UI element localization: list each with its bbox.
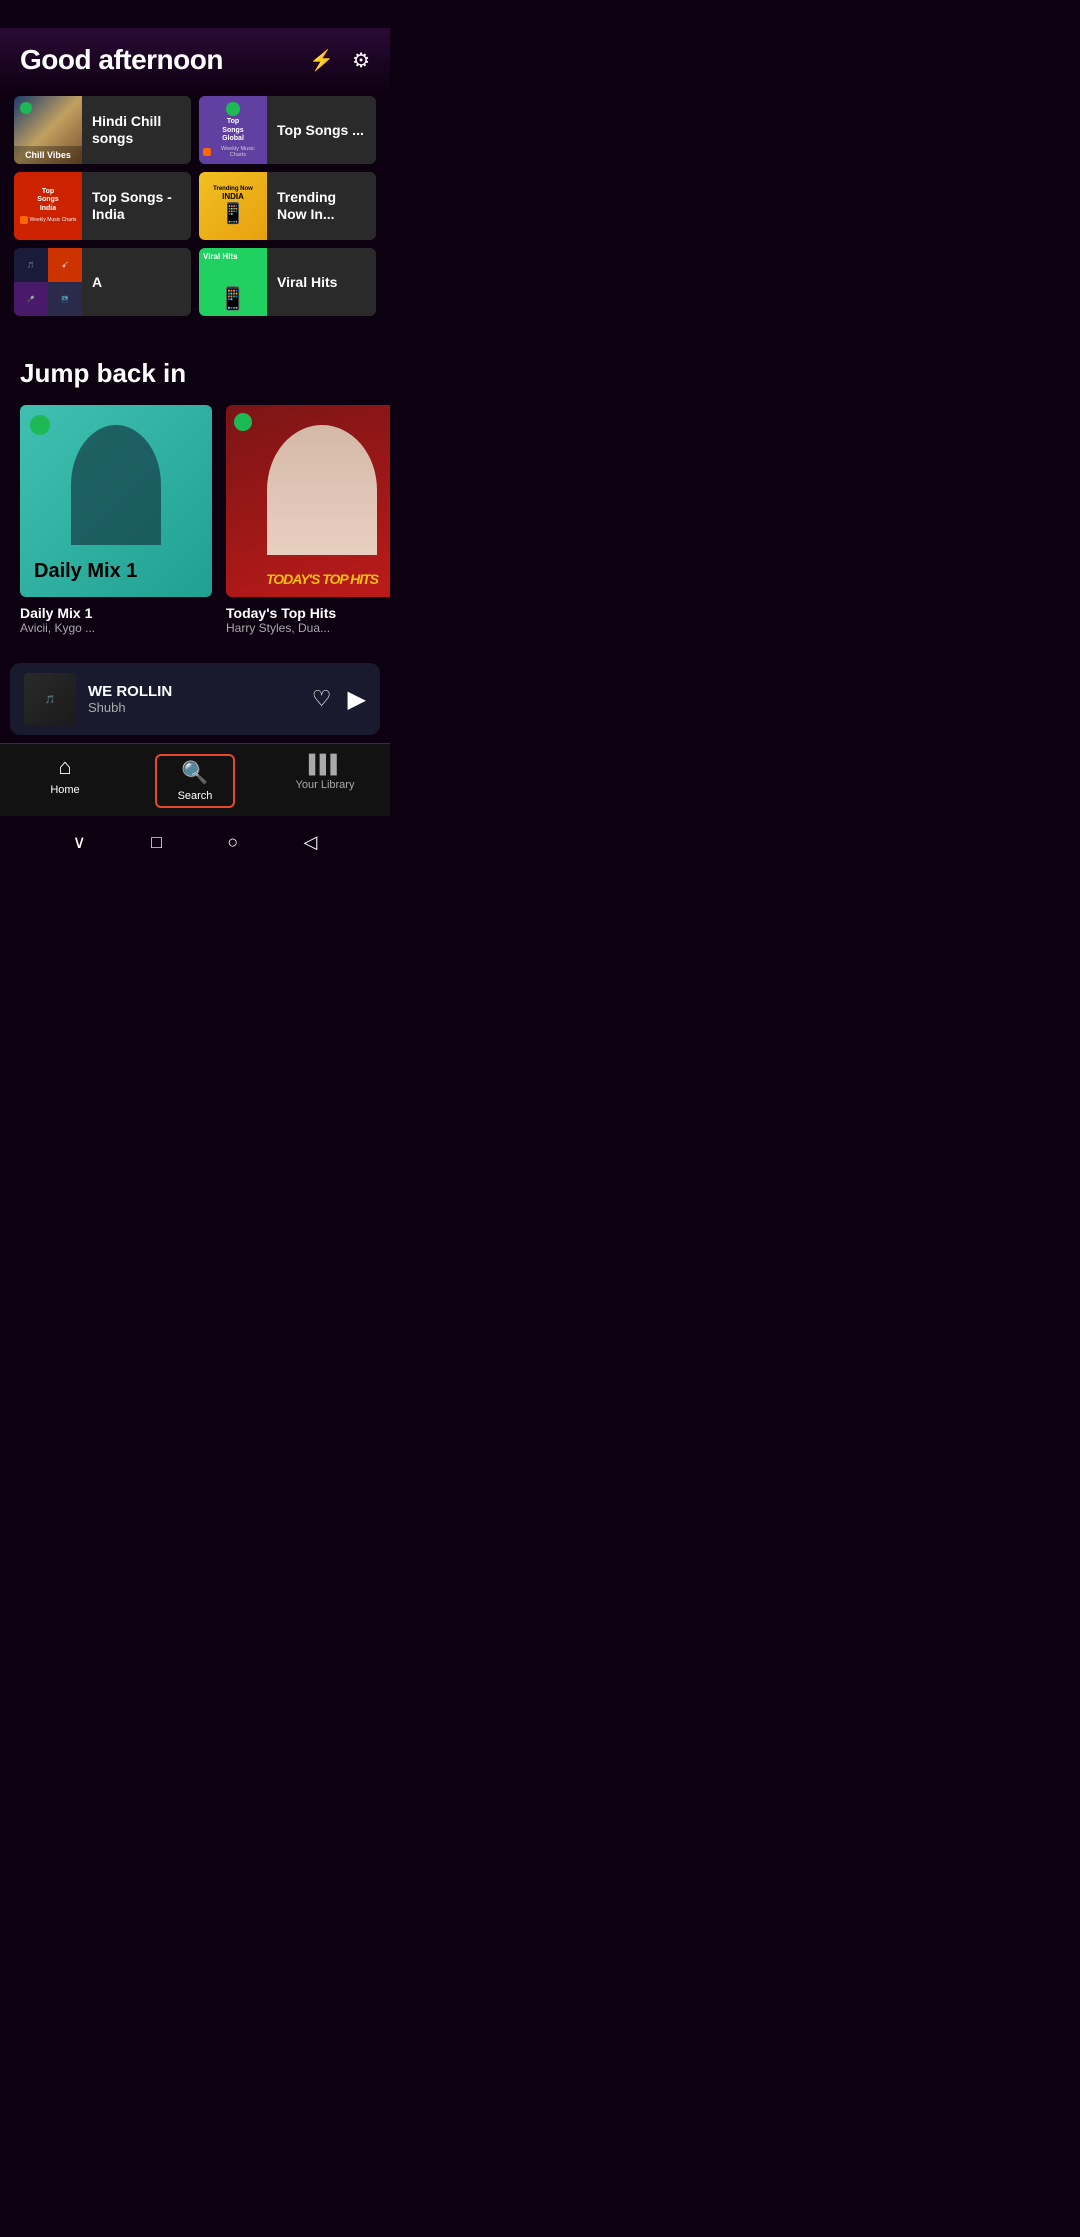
settings-icon[interactable]: ⚙	[352, 48, 370, 73]
now-playing-controls: ♡ ▶	[312, 685, 366, 714]
nav-down-icon[interactable]: ∨	[73, 832, 86, 853]
now-playing-bar[interactable]: 🎵 WE ROLLIN Shubh ♡ ▶	[10, 663, 380, 735]
grid-card-label-trending-india: Trending Now In...	[267, 189, 376, 223]
mix-card-subtitle-top-hits: Harry Styles, Dua...	[226, 621, 390, 635]
nav-home[interactable]: ⌂ Home	[25, 754, 105, 808]
lightning-icon[interactable]: ⚡	[309, 48, 334, 73]
jump-back-section: Jump back in Daily Mix 1 Daily Mix 1 Avi…	[0, 334, 390, 655]
grid-row-3: 🎵 🎸 🎤 🌃 A Viral Hits	[14, 248, 376, 316]
grid-card-top-songs-global[interactable]: Top Songs Global Weekly Music Charts Top…	[199, 96, 376, 164]
top-songs-global-text-1: Top	[227, 118, 239, 125]
mix-card-title-daily: Daily Mix 1	[20, 605, 212, 621]
heart-icon[interactable]: ♡	[312, 686, 332, 712]
mixed-q1: 🎵	[14, 248, 48, 282]
mix-card-img-top-hits: TODAY'S TOP HITS	[226, 405, 390, 597]
quick-access-grid: Chill Vibes Hindi Chill songs Top Songs …	[0, 96, 390, 334]
nav-home-label: Home	[50, 784, 79, 796]
nav-circle-icon[interactable]: ○	[227, 832, 238, 853]
nav-library[interactable]: ▌▌▌ Your Library	[285, 754, 365, 808]
top-songs-india-text-2: Songs	[37, 196, 58, 203]
mix-card-top-hits[interactable]: TODAY'S TOP HITS Today's Top Hits Harry …	[226, 405, 390, 635]
grid-card-label-mixed: A	[82, 274, 112, 291]
library-icon: ▌▌▌	[309, 754, 341, 775]
grid-card-img-mixed: 🎵 🎸 🎤 🌃	[14, 248, 82, 316]
now-playing-title: WE ROLLIN	[88, 683, 300, 700]
greeting-text: Good afternoon	[20, 44, 223, 76]
header-icons: ⚡ ⚙	[309, 48, 370, 73]
grid-card-img-viral-hits: Viral Hits 📱	[199, 248, 267, 316]
grid-card-img-hindi-chill: Chill Vibes	[14, 96, 82, 164]
tth-logo: TODAY'S TOP HITS	[234, 571, 390, 589]
jump-back-scroll[interactable]: Daily Mix 1 Daily Mix 1 Avicii, Kygo ...…	[0, 405, 390, 655]
status-bar	[0, 0, 390, 28]
mix-card-img-daily-mix: Daily Mix 1	[20, 405, 212, 597]
top-songs-india-text-1: Top	[42, 188, 54, 195]
top-songs-india-text-3: India	[40, 205, 56, 212]
viral-hits-top-label: Viral Hits	[203, 252, 238, 261]
grid-card-label-hindi-chill: Hindi Chill songs	[82, 113, 191, 147]
viral-phone-icon: 📱	[219, 286, 246, 312]
phone-icon: 📱	[221, 201, 246, 226]
grid-card-label-viral-hits: Viral Hits	[267, 274, 347, 291]
daily-mix-title: Daily Mix 1	[34, 560, 137, 583]
mixed-q2: 🎸	[48, 248, 82, 282]
grid-card-img-trending-india: Trending Now INDIA 📱	[199, 172, 267, 240]
spotify-badge-tth	[234, 413, 252, 431]
nav-search[interactable]: 🔍 Search	[155, 754, 235, 808]
now-playing-artist: Shubh	[88, 700, 300, 715]
grid-card-label-top-songs-global: Top Songs ...	[267, 122, 374, 139]
grid-card-mixed[interactable]: 🎵 🎸 🎤 🌃 A	[14, 248, 191, 316]
grid-card-img-top-songs-global: Top Songs Global Weekly Music Charts	[199, 96, 267, 164]
top-songs-global-chart: Weekly Music Charts	[213, 146, 263, 158]
nav-search-label: Search	[178, 790, 213, 802]
top-songs-india-chart: Weekly Music Charts	[30, 217, 77, 223]
grid-card-label-top-songs-india: Top Songs - India	[82, 189, 191, 223]
play-icon[interactable]: ▶	[348, 685, 366, 714]
system-nav-bar: ∨ □ ○ ◁	[0, 816, 390, 868]
grid-card-trending-india[interactable]: Trending Now INDIA 📱 Trending Now In...	[199, 172, 376, 240]
grid-row-2: Top Songs India Weekly Music Charts Top …	[14, 172, 376, 240]
nav-back-icon[interactable]: ◁	[303, 832, 317, 853]
jump-back-title: Jump back in	[0, 334, 390, 405]
chill-vibes-label: Chill Vibes	[14, 146, 82, 164]
grid-card-hindi-chill[interactable]: Chill Vibes Hindi Chill songs	[14, 96, 191, 164]
home-icon: ⌂	[58, 754, 71, 780]
mix-card-subtitle-daily: Avicii, Kygo ...	[20, 621, 212, 635]
nav-library-label: Your Library	[296, 779, 355, 791]
grid-row-1: Chill Vibes Hindi Chill songs Top Songs …	[14, 96, 376, 164]
top-songs-global-text-2: Songs	[222, 127, 243, 134]
nav-square-icon[interactable]: □	[151, 832, 162, 853]
mixed-q3: 🎤	[14, 282, 48, 316]
mixed-q4: 🌃	[48, 282, 82, 316]
mix-card-title-top-hits: Today's Top Hits	[226, 605, 390, 621]
mix-card-daily-mix[interactable]: Daily Mix 1 Daily Mix 1 Avicii, Kygo ...	[20, 405, 212, 635]
header: Good afternoon ⚡ ⚙	[0, 28, 390, 96]
trending-india-text: INDIA	[213, 192, 253, 201]
now-playing-thumbnail: 🎵	[24, 673, 76, 725]
grid-card-viral-hits[interactable]: Viral Hits 📱 Viral Hits	[199, 248, 376, 316]
top-songs-global-text-3: Global	[222, 135, 244, 142]
grid-card-top-songs-india[interactable]: Top Songs India Weekly Music Charts Top …	[14, 172, 191, 240]
search-icon: 🔍	[181, 760, 208, 786]
spotify-badge-daily	[30, 415, 50, 435]
now-playing-info: WE ROLLIN Shubh	[88, 683, 300, 715]
grid-card-img-top-songs-india: Top Songs India Weekly Music Charts	[14, 172, 82, 240]
bottom-nav: ⌂ Home 🔍 Search ▌▌▌ Your Library	[0, 743, 390, 816]
